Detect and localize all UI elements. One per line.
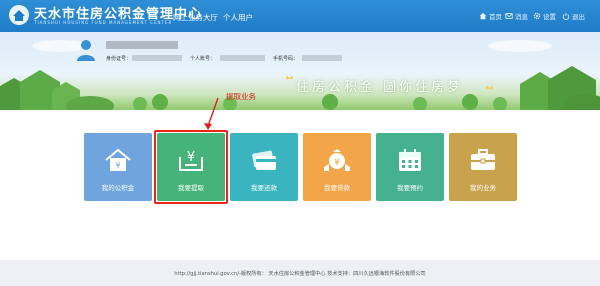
site-subtitle: TIANSHUI HOUSING FUND MANAGEMENT CENTER (34, 20, 173, 25)
banner-slogan: 住房公积金 圆你住房梦 (296, 80, 464, 95)
tile-my-business-label: 我的业务 (470, 184, 496, 192)
footer: http://gjj.tianshui.gov.cn/-版权所有： 天水住房公积… (0, 260, 600, 286)
svg-text:¥: ¥ (334, 158, 340, 168)
mail-icon (505, 13, 513, 19)
power-icon (562, 12, 570, 20)
user-banner: 身份证号： 个人账号： 手机号码： 住房公积金 圆你住房梦 (0, 32, 600, 110)
house-icon: ¥ (105, 148, 131, 171)
money-bag-icon: ¥ (324, 149, 350, 171)
tile-my-fund-label: 我的公积金 (101, 184, 135, 192)
calendar-icon (399, 149, 421, 171)
id-number-masked (132, 55, 182, 61)
nav-personal-user[interactable]: 个人用户 (223, 12, 253, 23)
exit-link[interactable]: 退出 (562, 11, 585, 21)
tile-loan-label: 我要贷款 (324, 184, 350, 192)
messages-label: 消息 (515, 13, 528, 21)
account-number-masked (220, 55, 265, 61)
phone-number-label: 手机号码： (273, 56, 299, 62)
exit-label: 退出 (572, 13, 585, 21)
user-avatar-icon (77, 40, 95, 61)
withdraw-highlight-box (154, 130, 228, 204)
id-number-label: 身份证号： (106, 56, 132, 62)
butterfly-icon (486, 86, 493, 90)
logo-icon (9, 5, 29, 25)
home-icon (479, 12, 487, 20)
tile-repay-label: 我要还款 (251, 184, 277, 192)
tile-appointment-label: 我要预约 (397, 184, 423, 192)
butterfly-icon (286, 76, 293, 80)
toolbox-icon (471, 149, 495, 170)
home-label: 首页 (489, 13, 502, 21)
tile-loan[interactable]: ¥ 我要贷款 (303, 133, 371, 201)
gear-icon (533, 12, 541, 20)
phone-number-masked (302, 55, 342, 61)
nav-online-hall[interactable]: 网上业务大厅 (173, 12, 218, 23)
card-icon (252, 150, 276, 170)
tile-appointment[interactable]: 我要预约 (376, 133, 444, 201)
top-header: 天水市住房公积金管理中心 TIANSHUI HOUSING FUND MANAG… (0, 0, 600, 32)
settings-link[interactable]: 设置 (533, 11, 556, 21)
tile-my-fund[interactable]: ¥ 我的公积金 (84, 133, 152, 201)
tile-repay[interactable]: 我要还款 (230, 133, 298, 201)
home-link[interactable]: 首页 (479, 11, 502, 21)
user-name-masked (106, 41, 178, 49)
footer-copyright: http://gjj.tianshui.gov.cn/-版权所有： 天水住房公积… (174, 271, 426, 277)
messages-link[interactable]: 消息 (505, 11, 528, 21)
account-number-label: 个人账号： (190, 56, 216, 62)
svg-text:¥: ¥ (115, 161, 120, 170)
settings-label: 设置 (543, 13, 556, 21)
tile-my-business[interactable]: 我的业务 (449, 133, 517, 201)
